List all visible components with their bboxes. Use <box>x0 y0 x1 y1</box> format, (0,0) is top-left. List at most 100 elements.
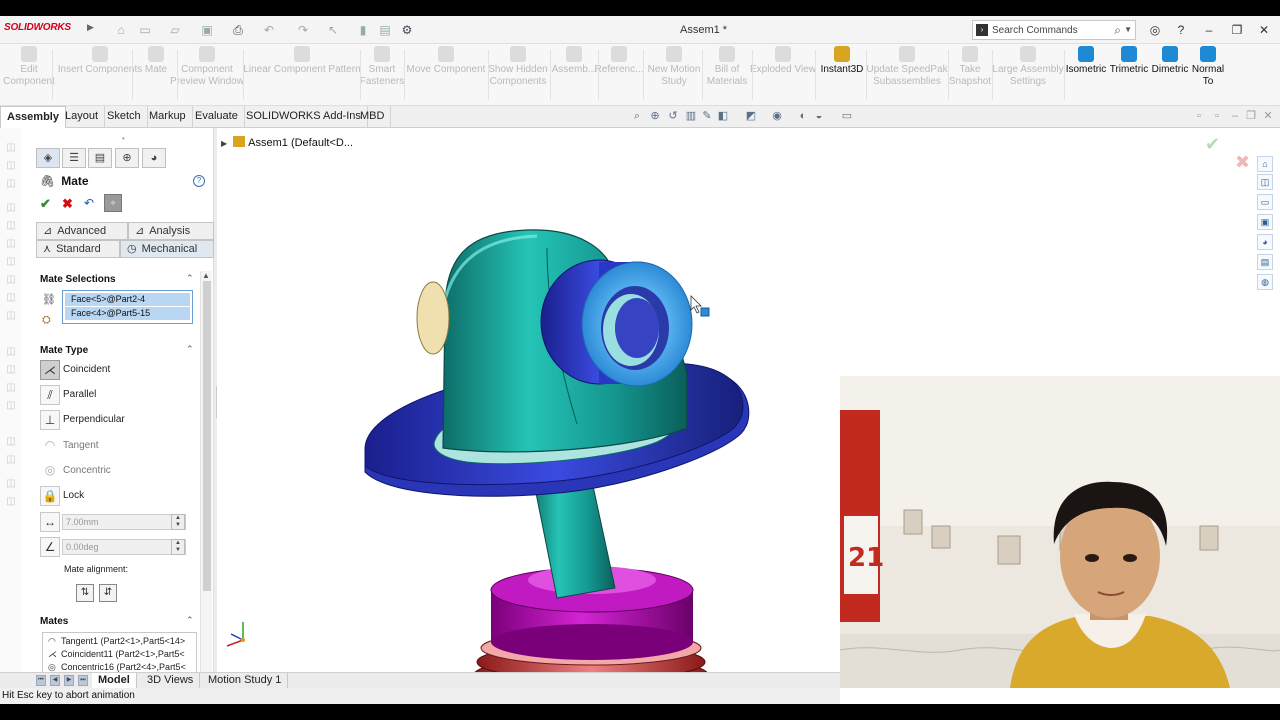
undo-icon[interactable]: ↶ <box>260 21 278 39</box>
previous-view-icon[interactable]: ↺ <box>666 109 680 123</box>
hide-show-items-icon[interactable]: ◉ <box>770 109 784 123</box>
file-properties-icon[interactable]: ▤ <box>376 21 394 39</box>
view-settings-icon[interactable]: ▭ <box>840 109 854 123</box>
isometric-view-button[interactable]: Isometric <box>1064 46 1108 76</box>
viewport-restore-icon[interactable]: ▫ <box>1210 109 1224 123</box>
mate-list-item[interactable]: ◠ Tangent1 (Part2<1>,Part5<14> <box>43 635 196 648</box>
pane-grip-icon[interactable]: • <box>122 134 125 143</box>
mate-list-item[interactable]: ⋌ Coincident11 (Part2<1>,Part5< <box>43 648 196 661</box>
distance-spinner[interactable]: ▲ ▼ <box>171 514 185 530</box>
angle-field[interactable]: 0.00deg <box>62 539 186 555</box>
first-tab-icon[interactable]: ⏮ <box>36 675 46 686</box>
section-view-icon[interactable]: ▥ <box>684 109 698 123</box>
component-preview-window-button[interactable]: Component Preview Window <box>167 46 247 88</box>
next-tab-icon[interactable]: ▶ <box>64 675 74 686</box>
search-dropdown-icon[interactable]: ▼ <box>1124 25 1132 34</box>
help-icon[interactable]: ? <box>193 175 205 187</box>
tab-analysis[interactable]: ⊿ Analysis <box>128 222 214 240</box>
pm-scrollbar[interactable]: ▲ ▼ <box>200 271 212 682</box>
home-icon[interactable]: ⌂ <box>112 21 130 39</box>
ok-button[interactable]: ✔ <box>40 196 51 212</box>
pin-button[interactable]: ⌖ <box>104 194 122 212</box>
minimize-button[interactable]: – <box>1200 21 1218 39</box>
cancel-button[interactable]: ✖ <box>62 196 73 212</box>
collapse-icon[interactable]: ⌃ <box>186 273 194 284</box>
mate-selections-list[interactable]: Face<5>@Part2-4 Face<4>@Part5-15 <box>62 290 193 324</box>
distance-field[interactable]: 7.00mm <box>62 514 186 530</box>
selection-item[interactable]: Face<5>@Part2-4 <box>65 293 190 306</box>
print-icon[interactable]: ⎙ <box>229 21 247 39</box>
view-orientation-icon[interactable]: ◧ <box>716 109 730 123</box>
tab-assembly[interactable]: Assembly <box>0 106 66 128</box>
dimxpert-manager-tab-icon[interactable]: ⊕ <box>115 148 139 168</box>
restore-button[interactable]: ❐ <box>1228 21 1246 39</box>
undo-icon[interactable]: ↶ <box>84 196 94 210</box>
configuration-manager-tab-icon[interactable]: ▤ <box>88 148 112 168</box>
new-document-icon[interactable]: ▭ <box>136 21 154 39</box>
help-icon[interactable]: ? <box>1172 21 1190 39</box>
mates-header[interactable]: Mates <box>40 616 68 627</box>
viewport-close-icon[interactable]: ✕ <box>1261 109 1275 123</box>
viewport-maximize-icon[interactable]: ❐ <box>1244 109 1258 123</box>
assembly-features-button[interactable]: Assemb... <box>549 46 599 76</box>
tangent-option[interactable]: ◠ Tangent <box>40 436 190 456</box>
mate-type-header[interactable]: Mate Type <box>40 345 88 356</box>
last-tab-icon[interactable]: ⏭ <box>78 675 88 686</box>
large-assembly-settings-button[interactable]: Large Assembly Settings <box>983 46 1073 88</box>
tab-advanced[interactable]: ⊿ Advanced <box>36 222 128 240</box>
coincident-option[interactable]: ⋌ Coincident <box>40 360 190 380</box>
concentric-option[interactable]: ◎ Concentric <box>40 461 190 481</box>
tab-mbd[interactable]: MBD <box>354 106 392 127</box>
user-account-icon[interactable]: ◎ <box>1146 21 1164 39</box>
search-commands-box[interactable]: › Search Commands ⌕ ▼ <box>972 20 1136 40</box>
graphics-area[interactable]: ▶Assem1 (Default<D... ✔ ✖ ⌂ ◫ ▭ ▣ ◕ ▤ ◍ <box>217 128 1280 688</box>
tab-motion-study-1[interactable]: Motion Study 1 <box>202 673 289 689</box>
display-manager-tab-icon[interactable]: ◕ <box>142 148 166 168</box>
tab-sketch[interactable]: Sketch <box>101 106 148 127</box>
angle-spinner[interactable]: ▲ ▼ <box>171 539 185 555</box>
normal-to-view-button[interactable]: Normal To <box>1186 46 1230 88</box>
prev-tab-icon[interactable]: ◀ <box>50 675 60 686</box>
eye-washer-ring[interactable] <box>581 261 693 387</box>
close-button[interactable]: ✕ <box>1255 21 1273 39</box>
redo-icon[interactable]: ↷ <box>294 21 312 39</box>
tab-mechanical[interactable]: ◷ Mechanical <box>120 240 214 258</box>
open-folder-icon[interactable]: ▱ <box>166 21 184 39</box>
parallel-option[interactable]: ⫽ Parallel <box>40 385 190 405</box>
property-manager-tab-icon[interactable]: ☰ <box>62 148 86 168</box>
dynamic-annotation-icon[interactable]: ✎ <box>700 109 714 123</box>
edit-appearance-icon[interactable]: ◐ <box>796 109 810 123</box>
display-style-icon[interactable]: ◩ <box>744 109 758 123</box>
options-gear-icon[interactable]: ⚙ <box>398 21 416 39</box>
apply-scene-icon[interactable]: ◒ <box>812 109 826 123</box>
trimetric-view-button[interactable]: Trimetric <box>1107 46 1151 76</box>
tab-standard[interactable]: ⋏ Standard <box>36 240 120 258</box>
tab-markup[interactable]: Markup <box>143 106 193 127</box>
zoom-to-fit-icon[interactable]: ⌕ <box>630 109 644 123</box>
zoom-to-area-icon[interactable]: ⊕ <box>648 109 662 123</box>
viewport-tile-icon[interactable]: ▫ <box>1192 109 1206 123</box>
aligned-button[interactable]: ⇅ <box>76 584 94 602</box>
tab-evaluate[interactable]: Evaluate <box>189 106 245 127</box>
collapse-icon[interactable]: ⌃ <box>186 344 194 355</box>
move-component-button[interactable]: Move Component <box>406 46 486 76</box>
mate-selections-header[interactable]: Mate Selections <box>40 274 116 285</box>
tab-layout[interactable]: Layout <box>59 106 106 127</box>
tab-solidworks-addins[interactable]: SOLIDWORKS Add-Ins <box>240 106 368 127</box>
tab-model[interactable]: Model <box>92 673 137 689</box>
select-arrow-icon[interactable]: ↖ <box>324 21 342 39</box>
lock-option[interactable]: 🔒 Lock <box>40 486 190 506</box>
tab-3d-views[interactable]: 3D Views <box>141 673 201 689</box>
logo-menu-arrow-icon[interactable]: ▶ <box>87 22 94 33</box>
solidworks-logo[interactable]: SOLIDWORKS <box>4 22 71 33</box>
save-icon[interactable]: ▣ <box>198 21 216 39</box>
rebuild-icon[interactable]: ▮ <box>354 21 372 39</box>
viewport-minimize-icon[interactable]: – <box>1228 109 1242 123</box>
anti-aligned-button[interactable]: ⇵ <box>99 584 117 602</box>
selection-item[interactable]: Face<4>@Part5-15 <box>65 307 190 320</box>
search-icon[interactable]: ⌕ <box>1114 23 1121 38</box>
show-hidden-components-button[interactable]: Show Hidden Components <box>478 46 558 88</box>
collapse-icon[interactable]: ⌃ <box>186 615 194 626</box>
scroll-thumb[interactable] <box>203 281 211 591</box>
feature-manager-tab-icon[interactable]: ◈ <box>36 148 60 168</box>
